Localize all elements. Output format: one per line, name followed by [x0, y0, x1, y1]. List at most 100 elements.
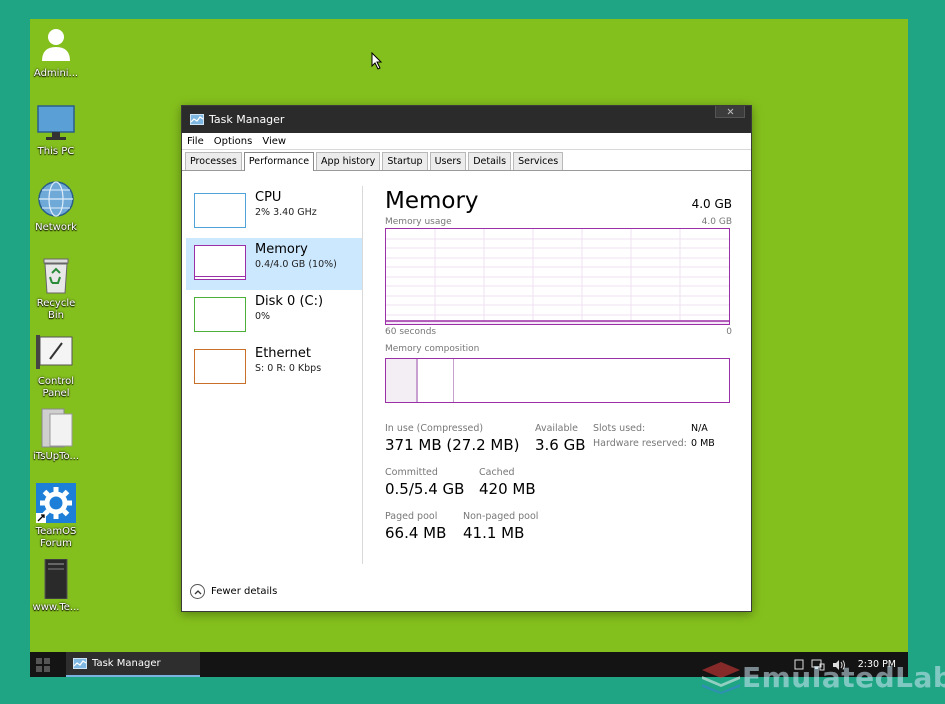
memory-heading: Memory: [385, 188, 479, 214]
memory-stats: In use (Compressed) 371 MB (27.2 MB) Ava…: [385, 423, 732, 563]
stat-value: 41.1 MB: [463, 524, 525, 542]
task-manager-icon: [73, 657, 87, 669]
close-button[interactable]: [715, 106, 745, 118]
resource-name: Ethernet: [255, 346, 311, 361]
graph-time-left: 60 seconds: [385, 327, 437, 337]
desktop-icon-this-pc[interactable]: This PC: [30, 103, 82, 158]
resource-item-cpu[interactable]: CPU 2% 3.40 GHz: [186, 186, 362, 238]
stat-label: Paged pool: [385, 511, 438, 522]
title-bar[interactable]: Task Manager: [182, 106, 751, 133]
memory-usage-graph: [385, 228, 730, 325]
resource-item-memory[interactable]: Memory 0.4/4.0 GB (10%): [186, 238, 362, 290]
tab-strip: Processes Performance App history Startu…: [182, 150, 751, 171]
stat-label: Committed: [385, 467, 438, 478]
tab-performance[interactable]: Performance: [243, 152, 315, 171]
resource-detail: 0.4/4.0 GB (10%): [255, 259, 337, 270]
desktop-icon-network[interactable]: Network: [30, 179, 82, 234]
desktop-icon-administrator[interactable]: Admini...: [30, 25, 82, 80]
panel-divider[interactable]: [362, 186, 363, 564]
fewer-details-label: Fewer details: [211, 586, 278, 597]
desktop-icon-label: This PC: [37, 146, 75, 157]
memory-usage-label: Memory usage: [385, 217, 452, 227]
stat-value: 0.5/5.4 GB: [385, 480, 465, 498]
desktop-icon-recycle-bin[interactable]: Recycle Bin: [30, 255, 82, 322]
desktop-icon-label: Control Panel: [37, 376, 75, 399]
taskbar-item-task-manager[interactable]: Task Manager: [66, 652, 200, 677]
memory-thumbnail: [194, 245, 246, 280]
desktop-icon-label: Network: [35, 222, 77, 233]
menu-bar: File Options View: [182, 133, 751, 150]
stat-label: Available: [535, 423, 579, 434]
stat-label: Cached: [479, 467, 515, 478]
tab-startup[interactable]: Startup: [382, 152, 428, 170]
recycle-bin-icon: [36, 255, 76, 295]
usage-graph-grid: [386, 229, 729, 324]
memory-composition-bar: [385, 358, 730, 403]
resource-name: CPU: [255, 190, 282, 205]
stat-available: Available 3.6 GB: [535, 423, 586, 454]
dark-file-icon: [36, 558, 76, 600]
stat-label: Non-paged pool: [463, 511, 539, 522]
stat-cached: Cached 420 MB: [479, 467, 536, 498]
graph-time-right: 0: [726, 327, 732, 337]
tab-services[interactable]: Services: [513, 152, 564, 170]
folder-icon: [36, 408, 76, 448]
stat-label: Hardware reserved:: [593, 438, 687, 449]
composition-modified: [420, 359, 454, 402]
desktop-icon-folder[interactable]: iTsUpTo...: [30, 408, 82, 463]
resource-detail: 2% 3.40 GHz: [255, 207, 317, 218]
gear-shortcut-icon: [36, 483, 76, 523]
desktop-icon-label: TeamOS Forum: [35, 526, 77, 549]
watermark-logo-icon: [702, 662, 740, 694]
menu-view[interactable]: View: [262, 136, 286, 147]
resource-item-ethernet[interactable]: Ethernet S: 0 R: 0 Kbps: [186, 342, 362, 394]
resource-item-disk[interactable]: Disk 0 (C:) 0%: [186, 290, 362, 342]
resource-detail: 0%: [255, 311, 271, 322]
start-button[interactable]: [36, 658, 50, 672]
composition-in-use: [386, 359, 418, 402]
desktop-icon-label: iTsUpTo...: [33, 451, 79, 462]
stat-in-use: In use (Compressed) 371 MB (27.2 MB): [385, 423, 520, 454]
tab-details[interactable]: Details: [468, 152, 512, 170]
tab-users[interactable]: Users: [429, 152, 467, 170]
window-title: Task Manager: [209, 113, 285, 126]
stat-non-paged-pool: Non-paged pool 41.1 MB: [463, 511, 538, 542]
close-icon: [727, 108, 733, 115]
chevron-up-icon: [190, 584, 205, 599]
desktop-icon-label: Admini...: [33, 68, 79, 79]
memory-panel: Memory 4.0 GB Memory usage 4.0 GB 60 sec…: [385, 186, 732, 563]
network-globe-icon: [36, 179, 76, 219]
resource-name: Memory: [255, 242, 308, 257]
tab-processes[interactable]: Processes: [185, 152, 242, 170]
desktop-icon-control-panel[interactable]: Control Panel: [30, 333, 82, 400]
stat-value: N/A: [691, 423, 708, 434]
watermark: EmulatedLab: [700, 660, 945, 694]
resource-name: Disk 0 (C:): [255, 294, 324, 309]
ethernet-thumbnail: [194, 349, 246, 384]
menu-file[interactable]: File: [187, 136, 204, 147]
fewer-details-button[interactable]: Fewer details: [190, 584, 277, 599]
resource-detail: S: 0 R: 0 Kbps: [255, 363, 322, 374]
task-manager-icon: [190, 113, 204, 125]
stat-value: 3.6 GB: [535, 436, 586, 454]
desktop: Admini... This PC Network Recycle Bin Co…: [30, 19, 908, 677]
cpu-thumbnail: [194, 193, 246, 228]
stat-hardware-reserved: Hardware reserved: 0 MB: [593, 438, 715, 449]
stat-value: 420 MB: [479, 480, 536, 498]
desktop-icon-teamos-forum[interactable]: TeamOS Forum: [30, 483, 82, 550]
stat-committed: Committed 0.5/5.4 GB: [385, 467, 464, 498]
computer-icon: [36, 103, 76, 143]
memory-total: 4.0 GB: [691, 197, 732, 211]
menu-options[interactable]: Options: [214, 136, 253, 147]
taskbar-item-label: Task Manager: [92, 658, 161, 669]
tab-app-history[interactable]: App history: [316, 152, 381, 170]
desktop-icon-dark-file[interactable]: www.Te...: [30, 558, 82, 614]
task-manager-window: Task Manager File Options View Processes…: [181, 105, 752, 612]
memory-usage-max: 4.0 GB: [701, 217, 732, 227]
control-panel-icon: [36, 333, 76, 373]
stat-value: 0 MB: [691, 438, 715, 449]
desktop-icon-label: www.Te...: [32, 602, 80, 613]
stat-value: 66.4 MB: [385, 524, 447, 542]
stat-slots-used: Slots used: N/A: [593, 423, 708, 434]
stat-label: Slots used:: [593, 423, 646, 434]
